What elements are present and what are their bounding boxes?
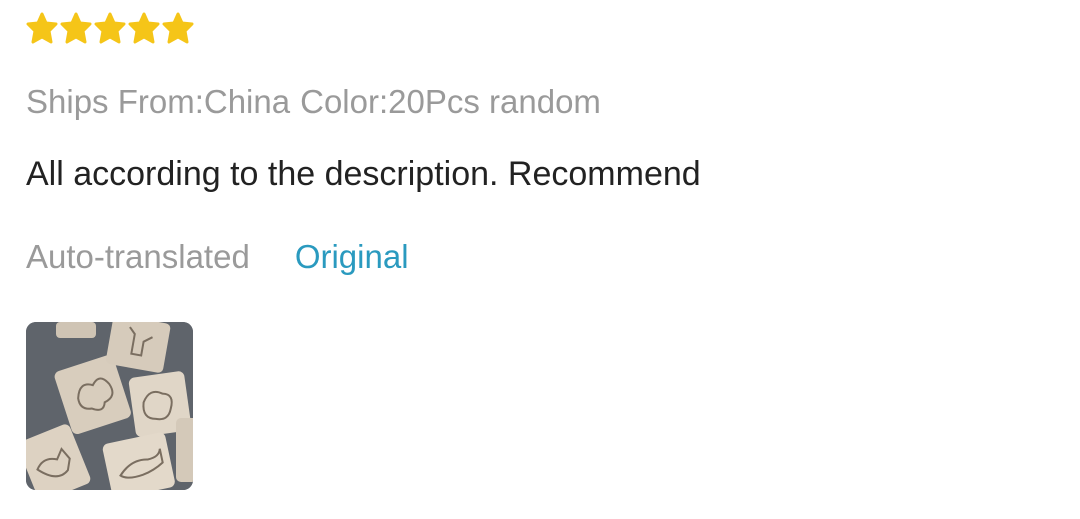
wooden-puzzle-cards-photo [26, 322, 193, 490]
ships-from-text: Ships From:China [26, 83, 291, 120]
sku-info: Ships From:China Color:20Pcs random [26, 80, 601, 124]
star-icon [128, 12, 160, 46]
star-icon [94, 12, 126, 46]
color-variant-text: Color:20Pcs random [300, 83, 601, 120]
rating-stars [26, 12, 194, 48]
auto-translated-label: Auto-translated [26, 238, 250, 275]
review-text: All according to the description. Recomm… [26, 155, 701, 193]
translation-row: Auto-translated Original [26, 235, 409, 279]
star-icon [26, 12, 58, 46]
review-item: Ships From:China Color:20Pcs random All a… [26, 0, 1056, 519]
show-original-link[interactable]: Original [295, 235, 409, 279]
star-icon [162, 12, 194, 46]
review-photo-thumbnail[interactable] [26, 322, 193, 490]
star-icon [60, 12, 92, 46]
